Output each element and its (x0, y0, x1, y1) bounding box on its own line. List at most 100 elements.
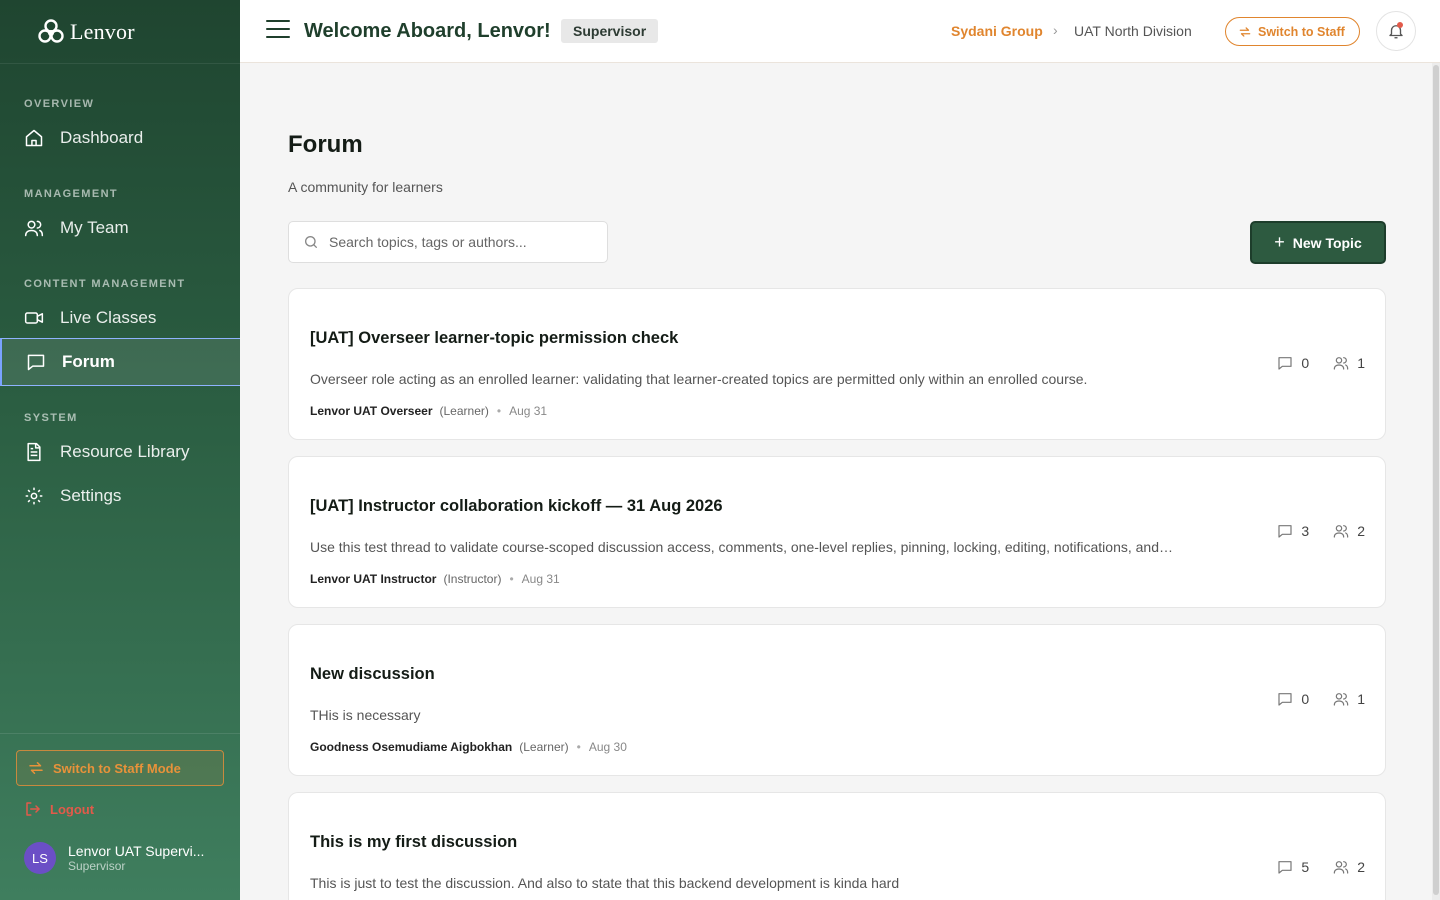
document-icon (24, 442, 44, 462)
breadcrumb-org[interactable]: Sydani Group (951, 23, 1043, 39)
topic-date: Aug 31 (509, 404, 548, 418)
search-icon (303, 234, 319, 250)
topic-card[interactable]: [UAT] Overseer learner-topic permission … (288, 288, 1386, 440)
comment-icon (1277, 691, 1293, 707)
participant-count: 2 (1333, 859, 1365, 875)
chevron-right-icon: › (1053, 22, 1058, 38)
sidebar: Lenvor OVERVIEW Dashboard MANAGEMENT My … (0, 0, 240, 900)
sidebar-item-settings[interactable]: Settings (0, 473, 240, 519)
topic-date: Aug 31 (521, 572, 560, 586)
brand-name: Lenvor (70, 18, 135, 44)
topic-author-role: (Learner) (519, 740, 569, 754)
sidebar-item-label: Resource Library (60, 442, 190, 461)
user-role: Supervisor (68, 859, 126, 873)
menu-toggle-icon[interactable] (266, 20, 290, 40)
sidebar-item-label: Dashboard (60, 128, 144, 147)
topic-excerpt: Overseer role acting as an enrolled lear… (310, 371, 1088, 387)
participant-count-value: 1 (1357, 691, 1365, 707)
swap-icon (27, 759, 45, 777)
avatar: LS (24, 842, 56, 874)
topic-title[interactable]: New discussion (310, 665, 435, 684)
participant-count-value: 1 (1357, 355, 1365, 371)
scrollbar[interactable] (1432, 63, 1440, 900)
meta-separator: • (496, 404, 502, 418)
section-overview: OVERVIEW (24, 98, 95, 110)
sidebar-item-label: Settings (60, 486, 122, 505)
topic-author: Lenvor UAT Overseer (310, 404, 433, 418)
sidebar-item-live-classes[interactable]: Live Classes (0, 295, 240, 341)
topic-author-role: (Learner) (439, 404, 489, 418)
topic-excerpt: This is just to test the discussion. And… (310, 875, 900, 891)
search-input[interactable] (329, 234, 589, 250)
topic-author: Goodness Osemudiame Aigbokhan (310, 740, 513, 754)
switch-to-staff-button[interactable]: Switch to Staff (1225, 17, 1360, 46)
home-icon (24, 128, 44, 148)
switch-to-staff-mode-button[interactable]: Switch to Staff Mode (16, 750, 224, 786)
users-icon (1333, 523, 1349, 539)
new-topic-button[interactable]: + New Topic (1250, 221, 1386, 264)
section-management: MANAGEMENT (24, 188, 119, 200)
gear-icon (24, 486, 44, 506)
scrollbar-thumb[interactable] (1433, 65, 1439, 895)
notifications-button[interactable] (1376, 11, 1416, 51)
sidebar-item-resource-library[interactable]: Resource Library (0, 429, 240, 475)
comment-icon (1277, 523, 1293, 539)
role-badge: Supervisor (561, 19, 659, 43)
topic-title[interactable]: [UAT] Instructor collaboration kickoff —… (310, 497, 723, 516)
participant-count-value: 2 (1357, 859, 1365, 875)
sidebar-item-my-team[interactable]: My Team (0, 205, 240, 251)
sidebar-item-label: Forum (62, 352, 115, 371)
topic-stats: 0 1 (1253, 355, 1365, 371)
switch-to-staff-mode-label: Switch to Staff Mode (53, 760, 181, 776)
sidebar-item-dashboard[interactable]: Dashboard (0, 115, 240, 161)
section-content-management: CONTENT MANAGEMENT (24, 278, 186, 290)
topic-meta: Goodness Osemudiame Aigbokhan (Learner) … (310, 740, 627, 754)
page-subtitle: A community for learners (288, 179, 443, 195)
participant-count: 1 (1333, 691, 1365, 707)
brand[interactable]: Lenvor (0, 0, 240, 64)
users-icon (1333, 691, 1349, 707)
meta-separator: • (576, 740, 581, 754)
logout-button[interactable]: Logout (24, 800, 94, 818)
topic-title[interactable]: This is my first discussion (310, 833, 517, 852)
topic-card[interactable]: New discussion THis is necessary Goodnes… (288, 624, 1386, 776)
topic-stats: 0 1 (1253, 691, 1365, 707)
topic-card[interactable]: [UAT] Instructor collaboration kickoff —… (288, 456, 1386, 608)
comment-count-value: 0 (1301, 691, 1310, 707)
section-system: SYSTEM (24, 412, 78, 424)
topic-meta: Lenvor UAT Instructor (Instructor) • Aug… (310, 572, 560, 586)
participant-count-value: 2 (1357, 523, 1365, 539)
topic-card[interactable]: This is my first discussion This is just… (288, 792, 1386, 900)
comment-count-value: 5 (1301, 859, 1310, 875)
topic-author-role: (Instructor) (443, 572, 502, 586)
participant-count: 1 (1333, 355, 1365, 371)
topic-author: Lenvor UAT Instructor (310, 572, 437, 586)
topic-excerpt: Use this test thread to validate course-… (310, 539, 1174, 555)
sidebar-item-forum[interactable]: Forum (0, 338, 240, 386)
comment-count: 0 (1277, 355, 1309, 371)
comment-count: 5 (1277, 859, 1309, 875)
sidebar-item-label: My Team (60, 218, 129, 237)
comment-count: 0 (1277, 691, 1309, 707)
sidebar-divider (0, 733, 240, 734)
user-profile[interactable]: LS Lenvor UAT Supervi... Supervisor (24, 842, 204, 874)
comment-icon (1277, 355, 1293, 371)
topic-stats: 3 2 (1253, 523, 1365, 539)
switch-to-staff-label: Switch to Staff (1258, 24, 1345, 39)
logout-label: Logout (50, 801, 95, 817)
new-topic-label: New Topic (1292, 234, 1362, 251)
notification-dot (1397, 22, 1403, 28)
users-icon (24, 218, 44, 238)
comment-icon (1277, 859, 1293, 875)
welcome-title: Welcome Aboard, Lenvor! (304, 20, 551, 42)
topic-title[interactable]: [UAT] Overseer learner-topic permission … (310, 329, 678, 348)
main-content: Forum A community for learners + New Top… (240, 63, 1432, 900)
topic-meta: Lenvor UAT Overseer (Learner) • Aug 31 (310, 404, 547, 418)
plus-icon: + (1274, 232, 1285, 252)
users-icon (1333, 859, 1349, 875)
users-icon (1333, 355, 1349, 371)
search-box[interactable] (288, 221, 608, 263)
logo-icon (38, 18, 64, 43)
sidebar-item-label: Live Classes (60, 308, 157, 327)
topic-excerpt: THis is necessary (310, 707, 421, 723)
